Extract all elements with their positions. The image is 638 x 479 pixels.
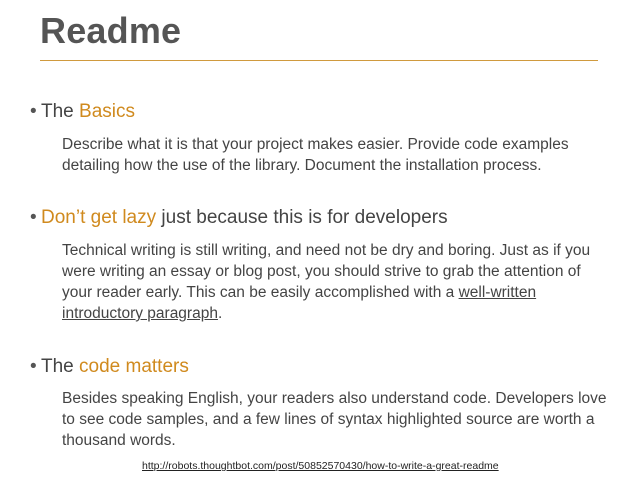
source-url-link[interactable]: http://robots.thoughtbot.com/post/508525… <box>142 460 499 472</box>
slide-title: Readme <box>40 10 182 51</box>
bullet-prefix: The <box>41 356 80 377</box>
bullet-accent: Basics <box>79 101 135 122</box>
bullet-code-matters: • The code matters <box>30 356 189 378</box>
bullet-dot-icon: • <box>30 207 37 228</box>
section-body-code: Besides speaking English, your readers a… <box>62 390 607 449</box>
section-body-basics: Describe what it is that your project ma… <box>62 136 569 174</box>
bullet-accent: Don’t get lazy <box>41 207 157 228</box>
bullet-dot-icon: • <box>30 101 37 122</box>
bullet-basics: • The Basics <box>30 101 135 123</box>
bullet-suffix: just because this is for developers <box>156 207 448 228</box>
slide: Readme • The Basics Describe what it is t… <box>0 0 638 479</box>
title-divider <box>40 60 598 61</box>
bullet-prefix: The <box>41 101 80 122</box>
bullet-dont-get-lazy: • Don’t get lazy just because this is for… <box>30 207 448 229</box>
section-body-end: . <box>217 305 223 322</box>
bullet-dot-icon: • <box>30 356 37 377</box>
section-body-lazy: Technical writing is still writing, and … <box>62 240 610 324</box>
bullet-accent: code matters <box>79 356 189 377</box>
